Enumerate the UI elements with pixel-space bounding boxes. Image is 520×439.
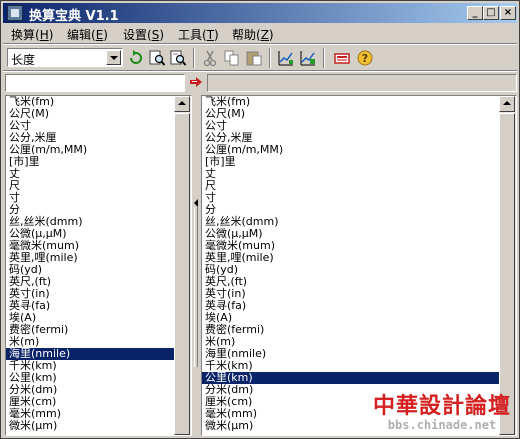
list-item[interactable]: 公厘(m/m,MM) (202, 144, 499, 156)
menu-convert[interactable]: 换算(H) (11, 26, 53, 43)
list-item[interactable]: 寸 (202, 192, 499, 204)
cut-icon[interactable] (201, 49, 219, 67)
list-item[interactable]: [市]里 (202, 156, 499, 168)
collapse-arrow-icon[interactable] (194, 199, 198, 207)
list-item[interactable]: 丈 (202, 168, 499, 180)
list-item[interactable]: 尺 (6, 180, 174, 192)
minimize-button[interactable]: _ (467, 6, 483, 20)
calculator-icon[interactable] (333, 49, 351, 67)
list-item[interactable]: 丈 (6, 168, 174, 180)
list-item[interactable]: 公尺(M) (6, 108, 174, 120)
app-icon[interactable] (7, 5, 23, 21)
category-select[interactable]: 长度 (7, 48, 123, 67)
help-icon[interactable]: ? (356, 49, 374, 67)
list-item[interactable]: 英寸(in) (202, 288, 499, 300)
toolbar-separator (193, 48, 195, 68)
menu-bar: 换算(H) 编辑(E) 设置(S) 工具(T) 帮助(Z) (3, 24, 517, 43)
scroll-up-icon[interactable] (499, 96, 515, 112)
value-input[interactable] (5, 74, 185, 92)
list-item[interactable]: 寸 (6, 192, 174, 204)
watermark-title: 中華設計論壇 (372, 393, 511, 419)
list-item[interactable]: 费密(fermi) (202, 324, 499, 336)
refresh-icon[interactable] (127, 49, 145, 67)
category-value: 长度 (11, 53, 36, 67)
list-item[interactable]: [市]里 (6, 156, 174, 168)
find-next-icon[interactable] (169, 49, 187, 67)
list-item[interactable]: 英寻(fa) (202, 300, 499, 312)
svg-text:?: ? (362, 52, 368, 65)
target-unit-items: 飞米(fm) 公尺(M) 公寸 公分,米厘 公厘(m/m,MM) [市]里丈尺寸分丝,丝米… (202, 96, 499, 435)
list-item[interactable]: 英里,哩(mile) (202, 252, 499, 264)
scroll-up-icon[interactable] (174, 96, 190, 112)
right-scrollbar[interactable] (499, 96, 516, 435)
scroll-thumb[interactable] (499, 113, 515, 435)
chevron-down-icon[interactable] (106, 50, 121, 65)
toolbar-separator (269, 48, 271, 68)
scroll-thumb[interactable] (174, 113, 190, 435)
watermark-url: bbs.chinade.net (387, 418, 497, 432)
left-scrollbar[interactable] (174, 96, 191, 435)
close-button[interactable]: × (500, 6, 516, 20)
toolbar-separator (323, 48, 325, 68)
window-title: 换算宝典 V1.1 (29, 9, 119, 24)
target-unit-list[interactable]: 飞米(fm) 公尺(M) 公寸 公分,米厘 公厘(m/m,MM) [市]里丈尺寸分丝,丝米… (201, 95, 517, 436)
source-unit-list[interactable]: 飞米(fm) 公尺(M) 公寸 公分,米厘 公厘(m/m,MM) [市]里丈尺寸分丝,丝米… (5, 95, 192, 436)
find-icon[interactable] (148, 49, 166, 67)
toolbar: 长度 ? (3, 46, 517, 70)
maximize-button[interactable]: □ (483, 6, 499, 20)
chart-icon[interactable] (277, 49, 295, 67)
panel-splitter[interactable] (192, 95, 201, 436)
convert-arrow-icon[interactable] (189, 75, 203, 89)
menu-help[interactable]: 帮助(Z) (232, 26, 274, 43)
chart-edit-icon[interactable] (299, 49, 317, 67)
menu-divider (3, 43, 517, 45)
splitter-grip (194, 207, 198, 367)
toolbar-divider (3, 70, 517, 72)
menu-settings[interactable]: 设置(S) (123, 26, 164, 43)
list-item[interactable]: 微米(μm) (6, 420, 174, 432)
copy-icon[interactable] (223, 49, 241, 67)
site-watermark: 中華設計論壇 bbs.chinade.net (373, 394, 511, 432)
paste-icon[interactable] (245, 49, 263, 67)
title-bar[interactable]: 换算宝典 V1.1 _ □ × (3, 3, 517, 24)
menu-edit[interactable]: 编辑(E) (67, 26, 108, 43)
source-unit-items: 飞米(fm) 公尺(M) 公寸 公分,米厘 公厘(m/m,MM) [市]里丈尺寸分丝,丝米… (6, 96, 174, 435)
list-item[interactable]: 公尺(M) (202, 108, 499, 120)
list-item[interactable]: 尺 (202, 180, 499, 192)
list-item[interactable]: 飞米(fm) (202, 96, 499, 108)
result-field (207, 74, 517, 92)
menu-tools[interactable]: 工具(T) (178, 26, 219, 43)
app-window: 换算宝典 V1.1 _ □ × 换算(H) 编辑(E) 设置(S) 工具(T) … (0, 0, 520, 439)
list-item[interactable]: 英尺,(ft) (202, 276, 499, 288)
